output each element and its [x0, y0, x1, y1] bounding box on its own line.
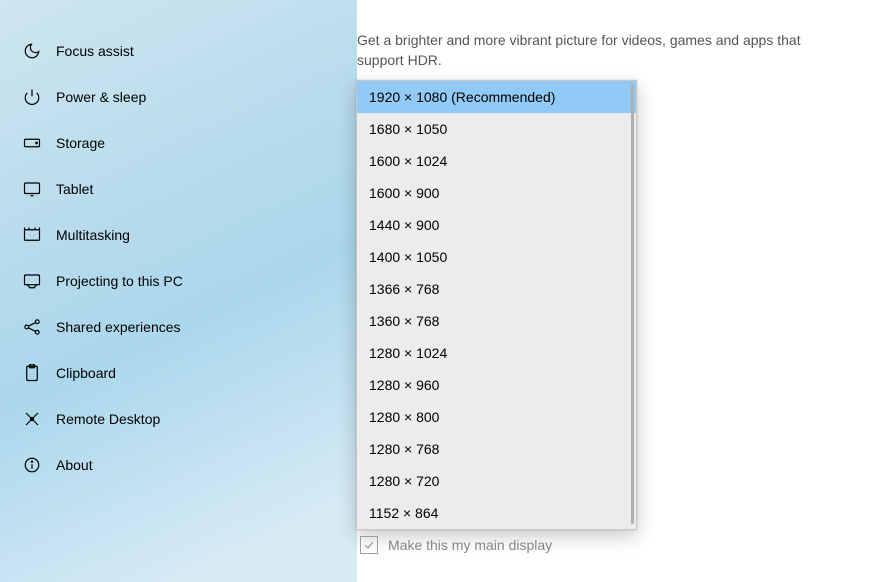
resolution-option[interactable]: 1280 × 960	[357, 369, 636, 401]
sidebar-item-label: Remote Desktop	[56, 411, 160, 427]
resolution-option[interactable]: 1400 × 1050	[357, 241, 636, 273]
resolution-option[interactable]: 1152 × 864	[357, 497, 636, 529]
resolution-dropdown[interactable]: 1920 × 1080 (Recommended)1680 × 10501600…	[356, 80, 637, 530]
resolution-option[interactable]: 1280 × 720	[357, 465, 636, 497]
sidebar-item-label: Storage	[56, 135, 105, 151]
tablet-icon	[22, 179, 42, 199]
clipboard-icon	[22, 363, 42, 383]
sidebar-item-label: Projecting to this PC	[56, 273, 183, 289]
resolution-option[interactable]: 1366 × 768	[357, 273, 636, 305]
sidebar-item-remote-desktop[interactable]: Remote Desktop	[0, 396, 357, 442]
resolution-option[interactable]: 1600 × 900	[357, 177, 636, 209]
resolution-option[interactable]: 1280 × 1024	[357, 337, 636, 369]
sidebar-item-focus-assist[interactable]: Focus assist	[0, 28, 357, 74]
power-icon	[22, 87, 42, 107]
sidebar-item-multitasking[interactable]: Multitasking	[0, 212, 357, 258]
main-display-checkbox	[360, 536, 378, 554]
resolution-option[interactable]: 1680 × 1050	[357, 113, 636, 145]
sidebar-item-label: Focus assist	[56, 43, 134, 59]
sidebar-item-power-sleep[interactable]: Power & sleep	[0, 74, 357, 120]
storage-icon	[22, 133, 42, 153]
settings-sidebar: Focus assist Power & sleep Storage Table…	[0, 0, 357, 582]
resolution-option[interactable]: 1440 × 900	[357, 209, 636, 241]
sidebar-item-label: Power & sleep	[56, 89, 146, 105]
sidebar-item-shared-exp[interactable]: Shared experiences	[0, 304, 357, 350]
sidebar-item-tablet[interactable]: Tablet	[0, 166, 357, 212]
sidebar-item-label: About	[56, 457, 93, 473]
project-icon	[22, 271, 42, 291]
main-display-checkbox-label: Make this my main display	[388, 537, 552, 553]
moon-icon	[22, 41, 42, 61]
hdr-description: Get a brighter and more vibrant picture …	[357, 30, 837, 71]
remote-icon	[22, 409, 42, 429]
sidebar-item-clipboard[interactable]: Clipboard	[0, 350, 357, 396]
sidebar-item-about[interactable]: About	[0, 442, 357, 488]
info-icon	[22, 455, 42, 475]
sidebar-item-label: Multitasking	[56, 227, 130, 243]
resolution-option[interactable]: 1280 × 800	[357, 401, 636, 433]
dropdown-scrollbar[interactable]	[631, 84, 634, 524]
sidebar-item-label: Clipboard	[56, 365, 116, 381]
resolution-option[interactable]: 1280 × 768	[357, 433, 636, 465]
resolution-option[interactable]: 1920 × 1080 (Recommended)	[357, 81, 636, 113]
resolution-option[interactable]: 1600 × 1024	[357, 145, 636, 177]
multitask-icon	[22, 225, 42, 245]
main-display-checkbox-row: Make this my main display	[360, 536, 552, 554]
share-icon	[22, 317, 42, 337]
sidebar-item-projecting[interactable]: Projecting to this PC	[0, 258, 357, 304]
resolution-option[interactable]: 1360 × 768	[357, 305, 636, 337]
sidebar-item-label: Tablet	[56, 181, 93, 197]
sidebar-item-label: Shared experiences	[56, 319, 181, 335]
sidebar-item-storage[interactable]: Storage	[0, 120, 357, 166]
